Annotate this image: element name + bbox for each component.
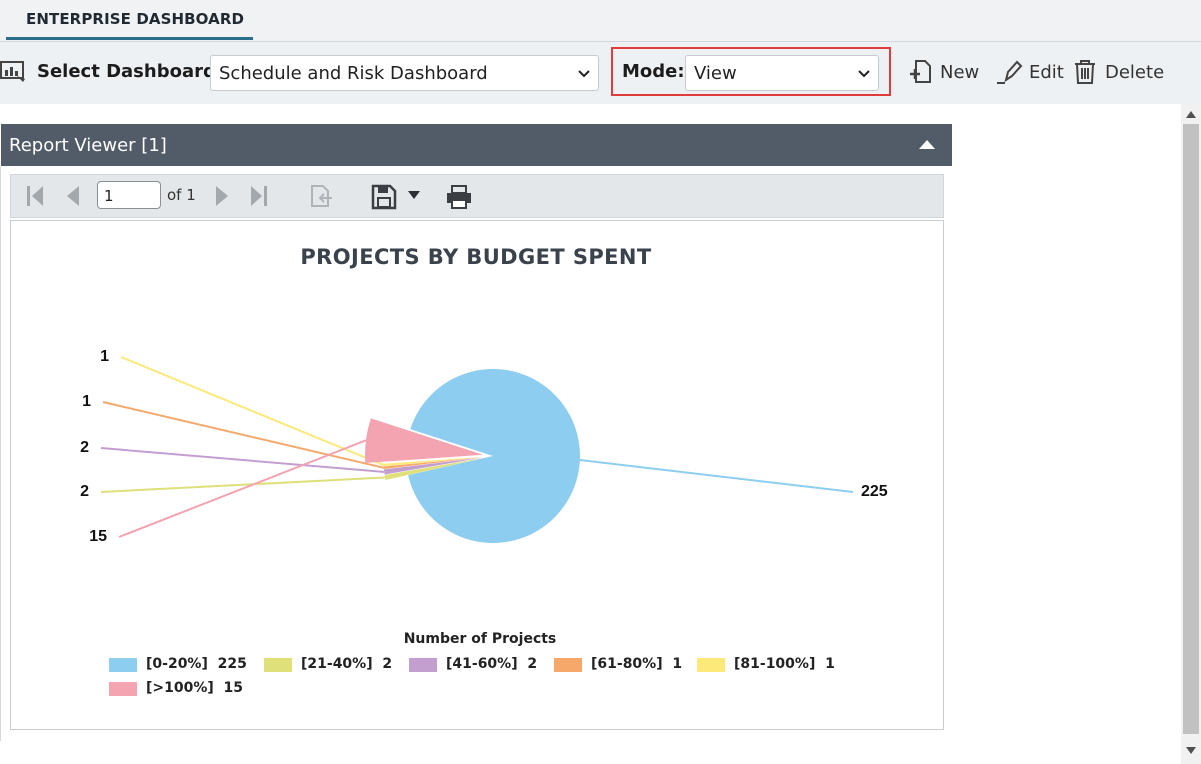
slice-data-label: 15 [89,528,107,545]
page-count-label: of 1 [167,186,196,204]
back-to-parent-icon[interactable] [308,184,334,210]
next-page-icon[interactable] [213,184,231,208]
slice-data-label: 2 [80,483,89,500]
slice-leader-line [579,459,854,493]
delete-button[interactable]: Delete [1073,58,1168,86]
print-icon[interactable] [445,184,473,210]
trash-icon [1075,60,1095,84]
dashboard-select-value: Schedule and Risk Dashboard [219,63,488,84]
legend-label: [61-80%] 1 [591,656,683,672]
legend-label: [>100%] 15 [146,680,244,696]
mode-select-value: View [694,63,737,84]
new-document-icon [910,60,931,83]
slice-data-label: 1 [82,393,91,410]
edit-label: Edit [1029,62,1064,83]
pencil-icon [997,60,1023,84]
new-label: New [940,62,980,83]
delete-label: Delete [1105,62,1165,83]
tab-bar: ENTERPRISE DASHBOARD [0,0,1201,42]
slice-leader-line [100,476,386,493]
slice-leader-line [102,401,384,469]
report-viewer-header: Report Viewer [1] [1,124,952,166]
mode-select[interactable]: View [685,55,879,91]
previous-page-icon[interactable] [64,184,82,208]
slice-leader-line [100,447,385,473]
legend-swatch [109,682,137,696]
mode-label: Mode: [622,61,685,82]
tab-enterprise-dashboard[interactable]: ENTERPRISE DASHBOARD [6,0,253,40]
slice-data-label: 1 [100,348,109,365]
select-dashboard-label: Select Dashboard: [37,61,224,82]
new-button[interactable]: New [908,58,984,86]
legend-label: [21-40%] 2 [301,656,393,672]
legend-swatch [264,658,292,672]
scroll-up-icon[interactable] [1186,110,1196,118]
save-export-icon[interactable] [371,184,397,210]
report-content: PROJECTS BY BUDGET SPENT 225 2 2 1 1 15 Numbe… [10,220,944,730]
legend-label: [0-20%] 225 [146,656,247,672]
dashboard-select[interactable]: Schedule and Risk Dashboard [210,55,599,91]
legend-swatch [697,658,725,672]
report-viewer-toolbar: 1 of 1 [10,174,944,218]
report-viewer-title: Report Viewer [1] [9,135,167,156]
legend-label: [41-60%] 2 [446,656,538,672]
chevron-down-icon [578,70,590,78]
scroll-down-icon[interactable] [1186,747,1196,755]
slice-data-label: 2 [80,439,89,456]
scrollbar-thumb[interactable] [1183,124,1199,734]
page-number-input[interactable]: 1 [97,181,161,209]
export-dropdown-icon[interactable] [407,190,421,200]
last-page-icon[interactable] [249,184,269,208]
legend-swatch [409,658,437,672]
pie-chart: 225 2 2 1 1 15 [80,348,888,545]
edit-button[interactable]: Edit [996,58,1066,86]
chevron-down-icon [858,70,870,78]
slice-data-label: 225 [861,483,888,500]
legend-swatch [109,658,137,672]
legend-title: Number of Projects [403,631,557,647]
legend-label: [81-100%] 1 [734,656,835,672]
dashboard-icon [0,61,25,82]
first-page-icon[interactable] [25,184,45,208]
collapse-up-icon[interactable] [918,138,936,150]
legend-swatch [554,658,582,672]
dashboard-toolbar: Select Dashboard: Schedule and Risk Dash… [0,42,1201,104]
